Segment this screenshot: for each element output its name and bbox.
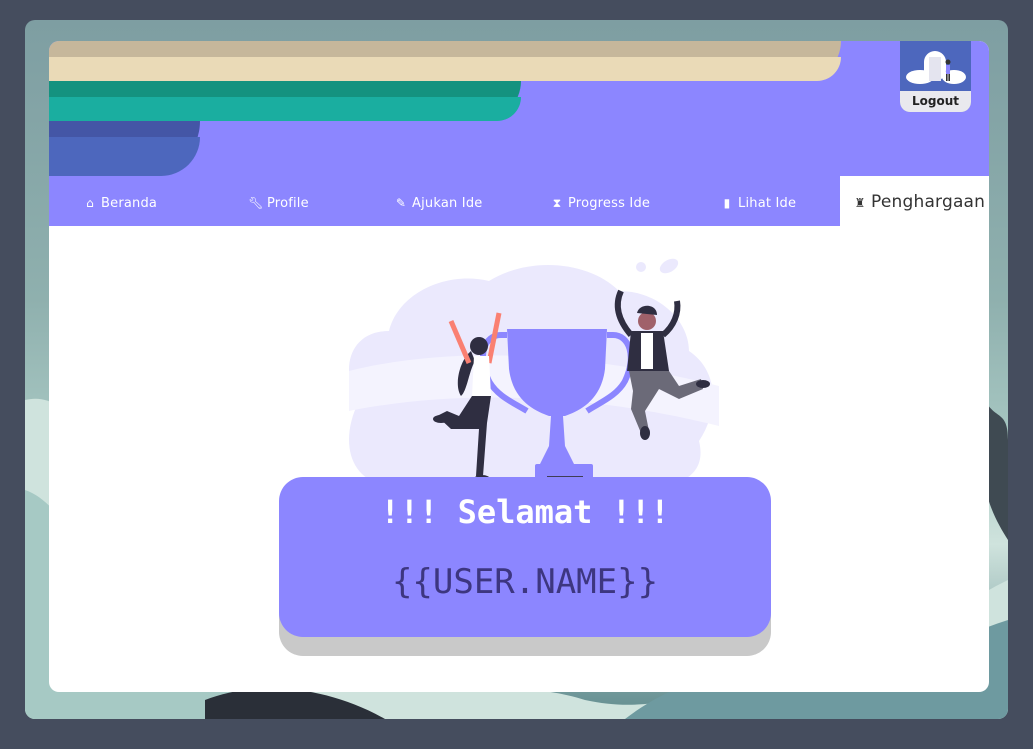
wrench-icon: 🔧︎ (248, 196, 264, 210)
tab-label: Beranda (101, 196, 158, 211)
tab-lihat-ide[interactable]: ▮ Lihat Ide (719, 176, 796, 226)
nav-bar: ⌂ Beranda 🔧︎ Profile ✎ Ajukan Ide ⧗ Progress… (49, 176, 989, 226)
tab-beranda[interactable]: ⌂ Beranda (82, 176, 157, 226)
logout-button[interactable]: Logout (900, 41, 971, 112)
home-icon: ⌂ (86, 196, 94, 210)
door-person-icon (906, 51, 966, 84)
tab-label: Lihat Ide (738, 196, 797, 211)
trophy-icon: ♜ (854, 196, 866, 210)
main-card: Logout ⌂ Beranda 🔧︎ Profile ✎ Ajukan Ide ⧗ P… (49, 41, 989, 692)
decor-band (49, 57, 841, 81)
tab-penghargaan[interactable]: ♜ Penghargaan (840, 176, 989, 226)
hourglass-icon: ⧗ (552, 196, 562, 210)
logout-label: Logout (900, 91, 971, 112)
decor-band (49, 137, 200, 176)
tab-label: Ajukan Ide (412, 196, 483, 211)
edit-note-icon: ✎ (395, 196, 407, 210)
congrats-title: !!! Selamat !!! (380, 493, 670, 531)
user-name: {{USER.NAME}} (391, 562, 659, 602)
tab-label: Profile (267, 196, 309, 211)
tab-label: Progress Ide (568, 196, 651, 211)
tab-profile[interactable]: 🔧︎ Profile (248, 176, 309, 226)
tab-ajukan-ide[interactable]: ✎ Ajukan Ide (393, 176, 482, 226)
tab-progress-ide[interactable]: ⧗ Progress Ide (549, 176, 650, 226)
header-banner: Logout (49, 41, 989, 176)
congrats-card: !!! Selamat !!! {{USER.NAME}} (279, 477, 771, 637)
tab-label: Penghargaan (871, 192, 986, 212)
clipboard-icon: ▮ (723, 196, 731, 210)
celebration-illustration (349, 258, 719, 491)
decor-band (49, 97, 521, 121)
